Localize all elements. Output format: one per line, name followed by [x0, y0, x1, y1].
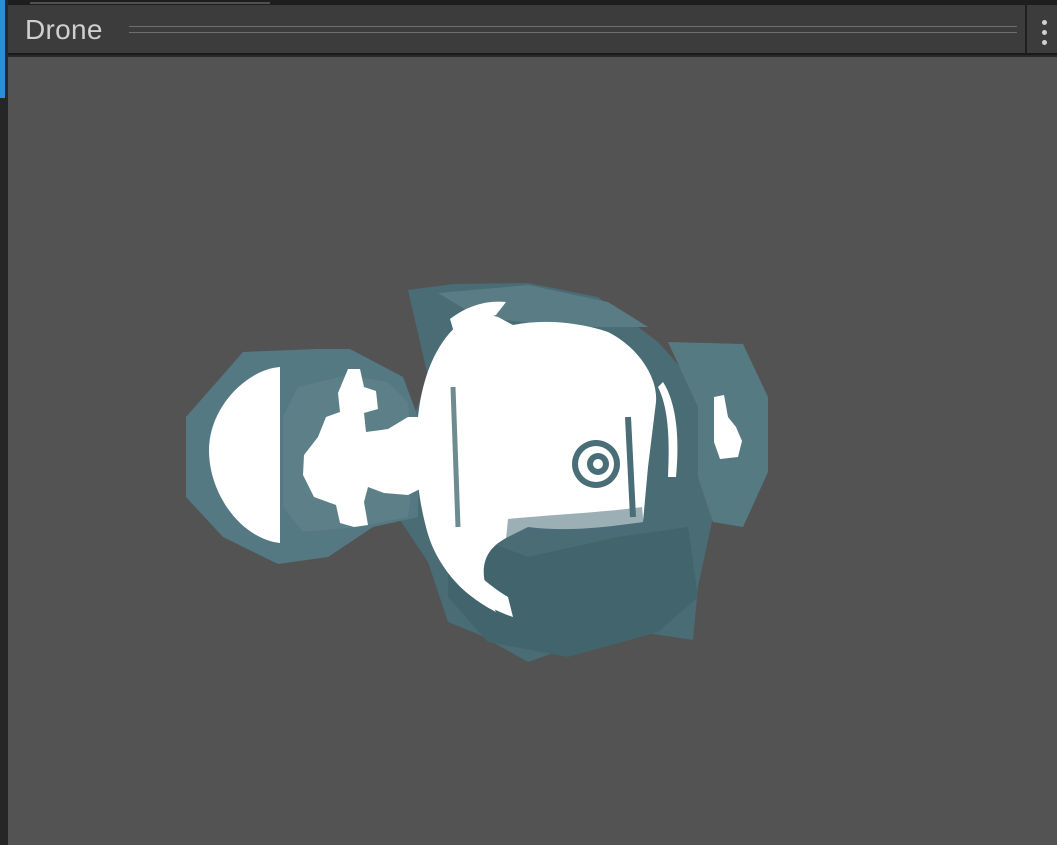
clipped-row	[30, 0, 270, 4]
menu-dot	[1042, 30, 1047, 35]
menu-dot	[1042, 40, 1047, 45]
more-options-button[interactable]	[1029, 5, 1057, 53]
menu-separator	[1025, 5, 1027, 53]
window-title: Drone	[25, 14, 103, 45]
menu-dot	[1042, 20, 1047, 25]
side-strip	[0, 98, 8, 845]
window-header[interactable]: Drone	[8, 5, 1057, 55]
header-divider	[129, 26, 1017, 33]
model-preview-viewport[interactable]	[8, 57, 1057, 845]
preview-window: Drone	[0, 0, 1057, 845]
drone-model	[186, 283, 768, 662]
focus-accent-bar	[0, 0, 5, 98]
camera-lens-core	[593, 459, 603, 469]
